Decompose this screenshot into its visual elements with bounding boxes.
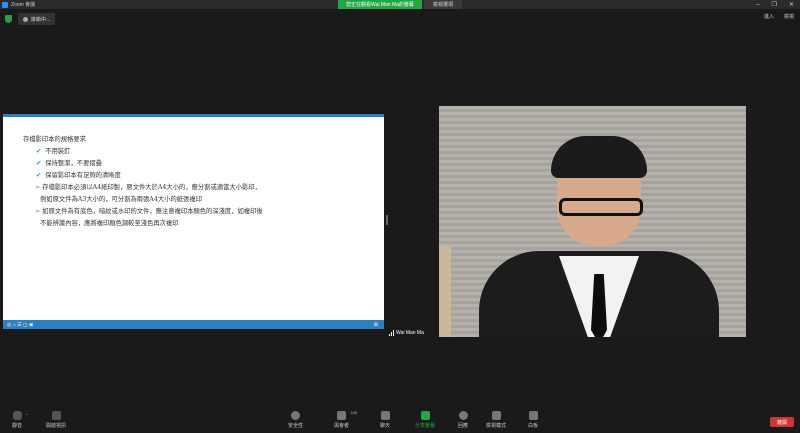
view-options-button[interactable]: 檢視選項	[424, 0, 462, 9]
slide-check-item: 保留影印本有足夠的清晰度	[3, 170, 384, 182]
video-person-glasses	[559, 198, 643, 216]
minimize-button[interactable]: –	[756, 2, 759, 8]
meeting-top-bar: 掛斷中...	[0, 10, 800, 28]
chat-label: 聊天	[380, 423, 391, 429]
zoom-logo-icon	[2, 1, 8, 8]
slide-nav-controls[interactable]: ◎ ⌂ ☰ ◻ ◀	[7, 322, 32, 328]
slide-arrow-continuation: 不能辨識內容，應將複印顏色調較至淺色再次複印	[40, 220, 179, 227]
whiteboard-icon	[528, 411, 538, 420]
share-screen-button[interactable]: 分享螢幕	[415, 411, 435, 429]
window-title: Zoom 會議	[11, 2, 36, 8]
chat-icon	[380, 411, 390, 420]
microphone-muted-icon	[12, 411, 22, 420]
video-off-icon	[51, 411, 61, 420]
participants-icon	[337, 411, 346, 420]
whiteboard-button[interactable]: 白板	[528, 411, 538, 429]
view-mode-button[interactable]: 檢視模式	[486, 411, 506, 429]
slide-footer-bar: ◎ ⌂ ☰ ◻ ◀ ⊞	[3, 320, 384, 329]
whiteboard-label: 白板	[528, 423, 539, 429]
participant-count-badge: 188	[350, 410, 358, 415]
leave-button[interactable]: 離開	[770, 417, 794, 427]
slide-arrow-item: 存檔影印本必須以A4紙印製，原文件大於A4大小的，應分割或適當大小影印，	[3, 182, 384, 194]
video-background-object	[439, 246, 451, 337]
participant-name-tag: Wai Man Ma	[389, 328, 424, 337]
avatar	[23, 16, 28, 22]
share-screen-icon	[420, 411, 430, 420]
slide-arrow-continuation: 例如原文件為A3大小的，可分割為兩張A4大小的紙張複印	[40, 196, 202, 203]
security-label: 安全性	[288, 423, 304, 429]
participants-label: 與會者	[334, 423, 350, 429]
slide-check-item: 保持整潔，不要摺疊	[3, 158, 384, 170]
sharing-status-label: 掛斷中...	[31, 16, 51, 23]
shield-icon[interactable]	[5, 15, 12, 23]
layout-button[interactable]: 檢視	[784, 13, 794, 20]
reactions-label: 回應	[458, 423, 469, 429]
chat-button[interactable]: 聊天	[380, 411, 390, 429]
shared-screen: 存檔影印本的規格要求 不用裝釘 保持整潔，不要摺疊 保留影印本有足夠的清晰度 存…	[3, 114, 384, 329]
reactions-button[interactable]: 回應	[458, 411, 468, 429]
chevron-up-icon[interactable]: ^	[26, 412, 28, 417]
participant-name: Wai Man Ma	[396, 329, 424, 336]
slide-arrow-item: 如原文件為有底色，暗紋或水印的文件，應注意複印本顏色的深淺度，如複印後	[3, 206, 384, 218]
mute-button[interactable]: 靜音 ^	[12, 411, 28, 429]
view-mode-label: 檢視模式	[486, 423, 507, 429]
security-icon	[291, 411, 300, 420]
top-right-tools: 進入 檢視	[764, 13, 794, 20]
reactions-icon	[458, 411, 468, 420]
slide-title: 存檔影印本的規格要求	[23, 136, 86, 143]
video-person-hair	[551, 136, 647, 178]
maximize-button[interactable]: ❐	[772, 1, 777, 8]
share-banner: 您正在觀看Wai Man Ma的螢幕	[338, 0, 422, 9]
slide-check-item: 不用裝釘	[3, 146, 384, 158]
window-controls: – ❐ ✕	[756, 0, 794, 9]
view-mode-icon	[491, 411, 501, 420]
security-button[interactable]: 安全性	[288, 411, 303, 429]
meeting-toolbar: 靜音 ^ 開啟視訊 安全性 與會者 188 聊天 分享螢幕 回應 檢視模式 白板	[0, 408, 800, 433]
signal-bars-icon	[389, 329, 394, 336]
close-button[interactable]: ✕	[789, 1, 794, 8]
split-divider-handle[interactable]	[386, 215, 388, 225]
participant-video[interactable]	[439, 106, 746, 337]
participants-button[interactable]: 與會者 188	[334, 410, 357, 429]
video-label: 開啟視訊	[46, 423, 67, 429]
slide-fit-button[interactable]: ⊞	[374, 322, 378, 328]
mute-label: 靜音	[12, 423, 23, 429]
slide-content: 存檔影印本的規格要求 不用裝釘 保持整潔，不要摺疊 保留影印本有足夠的清晰度 存…	[3, 134, 384, 230]
start-video-button[interactable]: 開啟視訊	[46, 411, 66, 429]
enter-button[interactable]: 進入	[764, 13, 774, 20]
share-screen-label: 分享螢幕	[415, 423, 436, 429]
slide-header-bar	[3, 114, 384, 132]
sharing-status-pill[interactable]: 掛斷中...	[18, 13, 56, 25]
